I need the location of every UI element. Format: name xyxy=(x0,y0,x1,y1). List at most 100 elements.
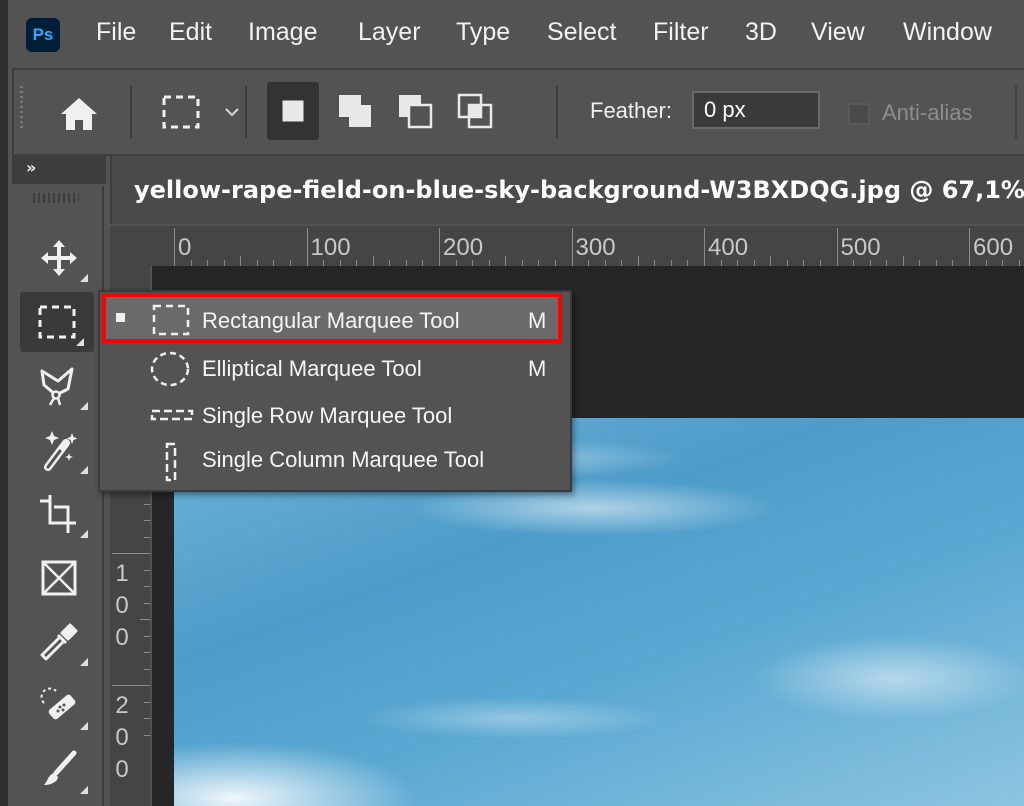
polygonal-lasso-icon xyxy=(40,367,74,406)
feather-label: Feather: xyxy=(590,98,672,123)
menu-image[interactable]: Image xyxy=(248,18,317,47)
ruler-tick xyxy=(144,734,150,736)
ruler-label: 0 xyxy=(178,234,192,261)
intersect-with-selection-icon xyxy=(457,93,493,129)
brush-tool[interactable] xyxy=(20,740,98,800)
ruler-label: 1 0 0 xyxy=(115,560,129,651)
elliptical-marquee-icon xyxy=(150,351,190,387)
rectangular-marquee-icon xyxy=(162,95,200,129)
menu-bar xyxy=(8,8,1024,66)
ruler-origin[interactable] xyxy=(110,226,150,266)
submenu-indicator xyxy=(80,402,88,410)
ruler-tick xyxy=(144,635,150,637)
ruler-label: 100 xyxy=(310,234,351,261)
menu-filter[interactable]: Filter xyxy=(653,18,709,47)
crop-tool[interactable] xyxy=(20,484,98,544)
intersect-with-selection-button[interactable] xyxy=(450,86,500,136)
spot-healing-brush-tool[interactable] xyxy=(20,676,98,736)
window-edge xyxy=(0,0,8,806)
submenu-indicator xyxy=(80,466,88,474)
ruler-tick xyxy=(902,256,904,266)
move-icon xyxy=(41,240,77,276)
magic-wand-icon xyxy=(44,431,78,471)
ruler-tick xyxy=(144,718,150,719)
flyout-label: Single Row Marquee Tool xyxy=(202,403,453,428)
frame-icon xyxy=(41,560,77,596)
new-selection-button[interactable] xyxy=(267,82,319,140)
ruler-tick xyxy=(144,536,150,538)
home-icon xyxy=(61,98,97,130)
eyedropper-tool[interactable] xyxy=(20,612,98,672)
ruler-tick xyxy=(174,228,175,266)
brush-icon xyxy=(44,750,77,785)
frame-tool[interactable] xyxy=(20,548,98,608)
anti-alias-label: Anti-alias xyxy=(882,100,973,125)
ruler-tick xyxy=(571,228,573,266)
add-to-selection-icon xyxy=(339,95,371,127)
ruler-tick xyxy=(144,652,150,653)
tool-preset-picker[interactable] xyxy=(156,90,206,134)
add-to-selection-button[interactable] xyxy=(330,86,380,136)
ruler-tick xyxy=(372,256,374,266)
tools-panel-grip[interactable] xyxy=(33,193,79,203)
bandage-icon xyxy=(40,687,76,720)
toolbar-collapse-button[interactable]: » xyxy=(12,156,106,184)
ruler-tick xyxy=(112,553,150,554)
home-button[interactable] xyxy=(54,92,104,136)
subtract-from-selection-icon xyxy=(399,95,433,129)
crop-icon xyxy=(40,495,76,533)
ruler-tick xyxy=(836,228,838,266)
submenu-indicator xyxy=(80,530,88,538)
ruler-tick xyxy=(770,256,772,266)
double-chevron-icon: » xyxy=(26,158,37,177)
menu-window[interactable]: Window xyxy=(903,18,992,47)
submenu-indicator xyxy=(80,274,88,282)
rectangular-marquee-tool[interactable] xyxy=(20,292,94,352)
ruler-label: 200 xyxy=(443,234,484,261)
separator xyxy=(130,86,132,138)
ruler-label: 600 xyxy=(973,234,1014,261)
tool-preset-dropdown[interactable] xyxy=(220,100,244,124)
menu-edit[interactable]: Edit xyxy=(169,18,212,47)
highlight-annotation-box xyxy=(102,293,562,343)
submenu-indicator xyxy=(76,338,84,346)
ruler-tick xyxy=(439,228,440,266)
ruler-tick xyxy=(144,602,150,604)
menu-select[interactable]: Select xyxy=(547,18,616,47)
feather-input[interactable] xyxy=(692,91,820,129)
subtract-from-selection-button[interactable] xyxy=(390,86,440,136)
flyout-shortcut: M xyxy=(528,356,547,381)
ruler-tick xyxy=(112,685,150,686)
single-row-marquee-icon xyxy=(150,409,194,421)
ruler-label: 300 xyxy=(575,234,616,261)
submenu-indicator xyxy=(80,658,88,666)
ruler-tick xyxy=(306,228,308,266)
menu-type[interactable]: Type xyxy=(456,18,510,47)
menu-layer[interactable]: Layer xyxy=(358,18,421,47)
menu-3d[interactable]: 3D xyxy=(745,18,777,47)
move-tool[interactable] xyxy=(20,228,98,288)
submenu-indicator xyxy=(80,786,88,794)
ruler-tick xyxy=(144,668,150,670)
ruler-tick xyxy=(140,619,150,620)
rectangular-marquee-icon xyxy=(38,305,76,339)
anti-alias-checkbox[interactable] xyxy=(848,103,870,125)
flyout-label: Single Column Marquee Tool xyxy=(202,447,485,472)
flyout-label: Elliptical Marquee Tool xyxy=(202,356,422,381)
photoshop-logo[interactable]: Ps xyxy=(26,18,60,52)
submenu-indicator xyxy=(80,722,88,730)
menu-view[interactable]: View xyxy=(811,18,865,47)
separator xyxy=(556,86,558,138)
separator xyxy=(1015,86,1017,138)
lasso-tool[interactable] xyxy=(20,356,98,416)
magic-wand-tool[interactable] xyxy=(20,420,98,480)
separator xyxy=(245,86,247,138)
menu-file[interactable]: File xyxy=(96,18,136,47)
ruler-tick xyxy=(144,586,150,587)
ruler-tick xyxy=(240,256,242,266)
options-bar-grip[interactable] xyxy=(20,86,23,130)
ruler-tick xyxy=(505,256,507,266)
ruler-tick xyxy=(969,228,970,266)
ruler-tick xyxy=(144,503,150,505)
document-title: yellow-rape-field-on-blue-sky-background… xyxy=(134,176,1024,204)
